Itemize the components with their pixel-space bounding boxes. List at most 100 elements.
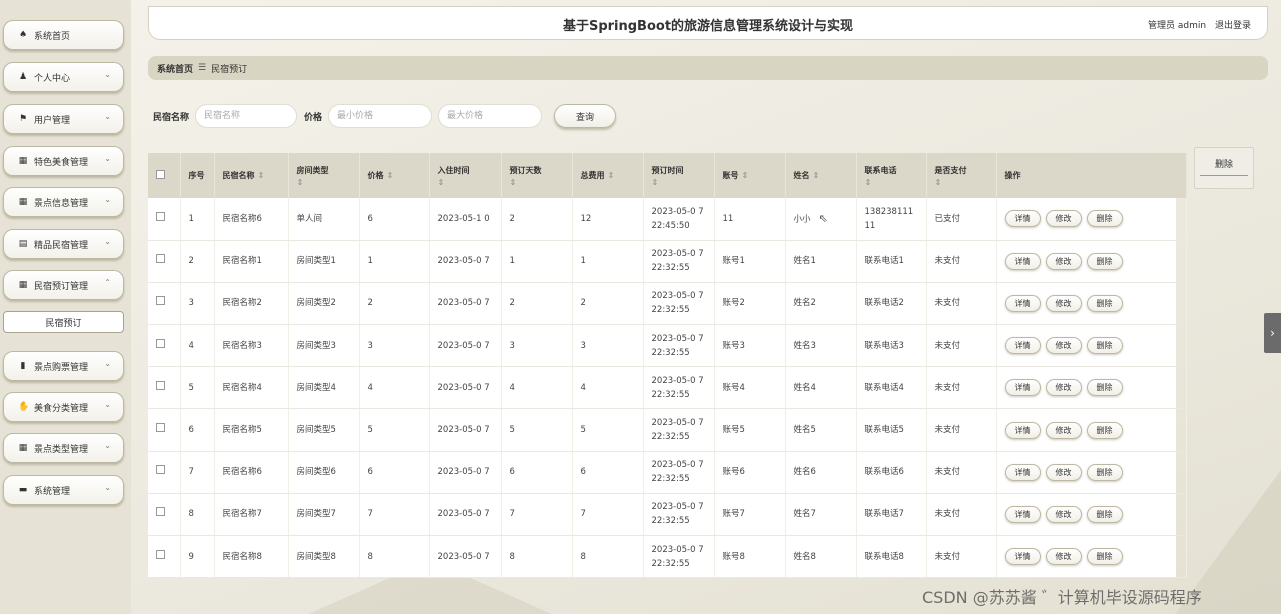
max-price-input[interactable] xyxy=(438,104,543,128)
cell-price: 3 xyxy=(359,324,430,368)
delete-button[interactable]: 删除 xyxy=(1086,421,1123,439)
sidebar-item[interactable]: ✋ 美食分类管理 ⌄ xyxy=(3,392,124,422)
edit-button[interactable]: 修改 xyxy=(1045,210,1082,228)
row-checkbox[interactable] xyxy=(156,338,165,348)
delete-button[interactable]: 删除 xyxy=(1086,252,1123,270)
row-select-cell[interactable] xyxy=(148,366,181,410)
delete-button[interactable]: 删除 xyxy=(1086,210,1123,228)
header-account[interactable]: 账号 ⇕ xyxy=(714,153,786,198)
detail-button[interactable]: 详情 xyxy=(1004,379,1041,397)
sidebar-subitem-booking[interactable]: 民宿预订 xyxy=(3,311,124,333)
min-price-input[interactable] xyxy=(328,104,433,128)
detail-button[interactable]: 详情 xyxy=(1004,337,1041,355)
sidebar-item[interactable]: ▤ 精品民宿管理 ⌄ xyxy=(3,229,124,259)
edit-button[interactable]: 修改 xyxy=(1045,463,1082,481)
detail-button[interactable]: 详情 xyxy=(1004,463,1041,481)
row-select-cell[interactable] xyxy=(148,451,181,494)
cell-user-name: 姓名8 xyxy=(785,535,857,579)
header-days[interactable]: 预订天数 ⇕ xyxy=(501,153,573,198)
sidebar-item[interactable]: ♟ 个人中心 ⌄ xyxy=(3,62,124,92)
right-edge-toggle[interactable]: › xyxy=(1264,313,1281,353)
header-total[interactable]: 总费用 ⇕ xyxy=(572,153,644,198)
detail-button[interactable]: 详情 xyxy=(1004,252,1041,270)
row-checkbox[interactable] xyxy=(156,380,165,390)
cell-name: 民宿名称6 xyxy=(214,451,289,494)
row-select-cell[interactable] xyxy=(148,493,181,537)
header-paid[interactable]: 是否支付 ⇕ xyxy=(926,153,997,198)
chevron-down-icon: ⌄ xyxy=(104,400,111,409)
delete-button[interactable]: 删除 xyxy=(1086,294,1123,312)
delete-button[interactable]: 删除 xyxy=(1086,463,1123,481)
select-all-checkbox[interactable] xyxy=(156,170,165,179)
sort-icon[interactable]: ⇕ xyxy=(813,171,820,180)
edit-button[interactable]: 修改 xyxy=(1045,421,1082,439)
delete-button[interactable]: 删除 xyxy=(1086,505,1123,523)
sort-icon[interactable]: ⇕ xyxy=(935,178,996,187)
row-checkbox[interactable] xyxy=(156,211,165,221)
sort-icon[interactable]: ⇕ xyxy=(742,171,749,180)
edit-button[interactable]: 修改 xyxy=(1045,252,1082,270)
sidebar-item[interactable]: ♠ 系统首页 xyxy=(3,20,124,50)
row-select-cell[interactable] xyxy=(148,240,181,283)
logout-link[interactable]: 退出登录 xyxy=(1215,21,1251,31)
detail-button[interactable]: 详情 xyxy=(1004,505,1041,523)
edit-button[interactable]: 修改 xyxy=(1045,337,1082,355)
sort-icon[interactable]: ⇕ xyxy=(865,178,926,187)
cell-booking-time: 2023-05-0 7 22:32:55 xyxy=(643,366,715,410)
header-name[interactable]: 民宿名称 ⇕ xyxy=(214,153,289,198)
row-checkbox[interactable] xyxy=(156,549,165,559)
row-select-cell[interactable] xyxy=(148,282,181,326)
delete-button[interactable]: 删除 xyxy=(1086,337,1123,355)
row-select-cell[interactable] xyxy=(148,324,181,368)
sort-icon[interactable]: ⇕ xyxy=(387,171,394,180)
sidebar-item[interactable]: ▮ 景点购票管理 ⌄ xyxy=(3,351,124,381)
price-label: 价格 xyxy=(304,112,323,123)
row-actions: 详情 修改 删除 xyxy=(996,451,1187,494)
sidebar-item[interactable]: ▦ 民宿预订管理 ⌃ xyxy=(3,270,124,300)
delete-button[interactable]: 删除 xyxy=(1086,379,1123,397)
edit-button[interactable]: 修改 xyxy=(1045,548,1082,566)
sort-icon[interactable]: ⇕ xyxy=(438,178,501,187)
detail-button[interactable]: 详情 xyxy=(1004,548,1041,566)
sort-icon[interactable]: ⇕ xyxy=(608,171,615,180)
query-button[interactable]: 查询 xyxy=(554,104,617,128)
sidebar-item[interactable]: ⚑ 用户管理 ⌄ xyxy=(3,104,124,134)
detail-button[interactable]: 详情 xyxy=(1004,294,1041,312)
row-select-cell[interactable] xyxy=(148,408,181,452)
row-checkbox[interactable] xyxy=(156,507,165,517)
sidebar-item[interactable]: ▦ 景点类型管理 ⌄ xyxy=(3,433,124,463)
name-input[interactable] xyxy=(195,104,298,128)
header-checkin[interactable]: 入住时间 ⇕ xyxy=(429,153,502,198)
detail-button[interactable]: 详情 xyxy=(1004,421,1041,439)
cell-phone: 联系电话5 xyxy=(856,408,927,452)
row-checkbox[interactable] xyxy=(156,296,165,306)
batch-delete-button[interactable]: 删除 xyxy=(1194,147,1254,189)
row-select-cell[interactable] xyxy=(148,198,181,241)
sidebar-item[interactable]: ▦ 特色美食管理 ⌄ xyxy=(3,146,124,176)
breadcrumb-current: 民宿预订 xyxy=(211,64,248,75)
header-user-name[interactable]: 姓名 ⇕ xyxy=(785,153,857,198)
sort-icon[interactable]: ⇕ xyxy=(510,178,572,187)
row-checkbox[interactable] xyxy=(156,465,165,475)
delete-button[interactable]: 删除 xyxy=(1086,548,1123,566)
sidebar-item[interactable]: ▬ 系统管理 ⌄ xyxy=(3,475,124,505)
header-phone[interactable]: 联系电话 ⇕ xyxy=(856,153,927,198)
edit-button[interactable]: 修改 xyxy=(1045,379,1082,397)
sort-icon[interactable]: ⇕ xyxy=(258,171,265,180)
row-checkbox[interactable] xyxy=(156,423,165,433)
select-all-header[interactable] xyxy=(148,153,181,198)
row-checkbox[interactable] xyxy=(156,254,165,264)
detail-button[interactable]: 详情 xyxy=(1004,210,1041,228)
sort-icon[interactable]: ⇕ xyxy=(297,178,359,187)
edit-button[interactable]: 修改 xyxy=(1045,505,1082,523)
header-room-type[interactable]: 房间类型 ⇕ xyxy=(288,153,360,198)
sort-icon[interactable]: ⇕ xyxy=(652,178,714,187)
header-booking-time[interactable]: 预订时间 ⇕ xyxy=(643,153,715,198)
sidebar-item[interactable]: ▦ 景点信息管理 ⌄ xyxy=(3,187,124,217)
row-actions: 详情 修改 删除 xyxy=(996,493,1187,537)
breadcrumb-home[interactable]: 系统首页 xyxy=(157,62,193,75)
row-select-cell[interactable] xyxy=(148,535,181,579)
cell-total: 7 xyxy=(572,493,644,537)
header-price[interactable]: 价格 ⇕ xyxy=(359,153,430,198)
edit-button[interactable]: 修改 xyxy=(1045,294,1082,312)
